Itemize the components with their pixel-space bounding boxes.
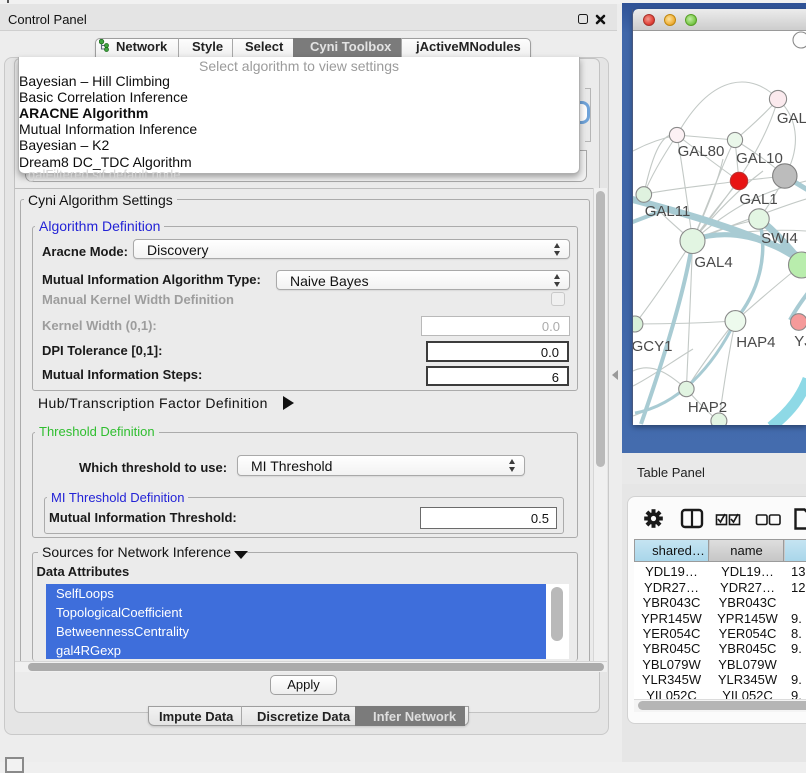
svg-text:GAL80: GAL80	[678, 143, 725, 160]
svg-text:YJ: YJ	[794, 333, 806, 350]
svg-text:GAL10: GAL10	[736, 150, 783, 167]
svg-text:GCY1: GCY1	[633, 338, 672, 355]
svg-text:SWI4: SWI4	[761, 230, 798, 247]
svg-text:HAP2: HAP2	[688, 399, 727, 416]
svg-text:GAL4: GAL4	[694, 254, 732, 271]
svg-text:HAP4: HAP4	[736, 334, 775, 351]
svg-text:GAL11: GAL11	[645, 203, 691, 220]
svg-text:GAL7: GAL7	[777, 110, 806, 127]
svg-text:GAL1: GAL1	[739, 191, 777, 208]
